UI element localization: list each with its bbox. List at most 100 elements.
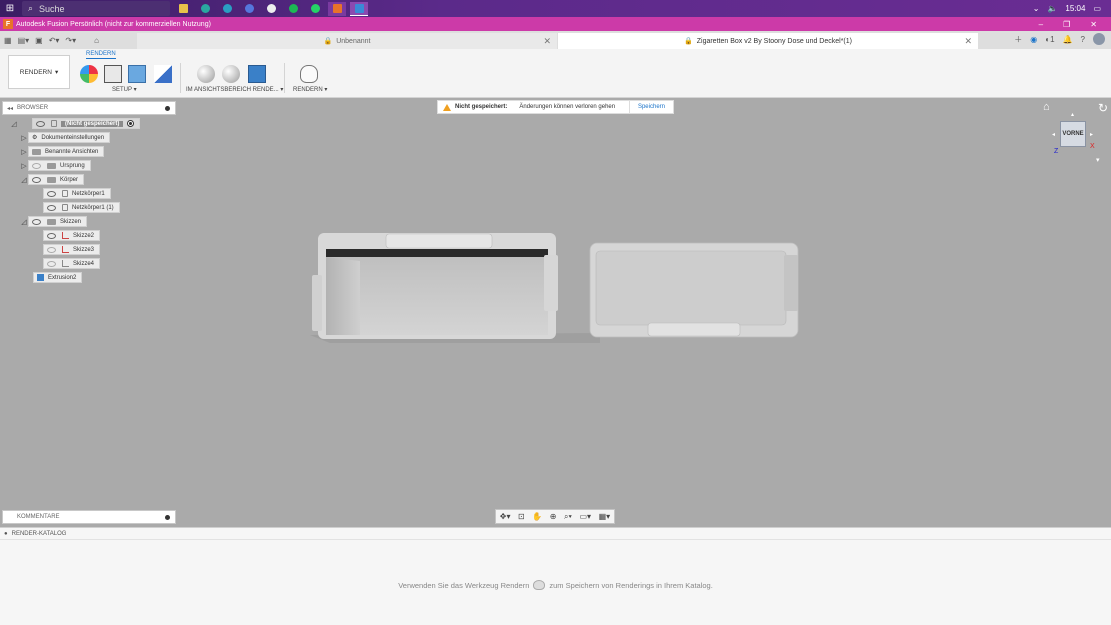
- pin-icon[interactable]: [165, 514, 170, 520]
- grid-settings-icon[interactable]: ▦▾: [599, 512, 611, 521]
- maximize-icon[interactable]: ❐: [1063, 20, 1070, 29]
- expand-triangle-icon[interactable]: ▷: [20, 148, 28, 156]
- taskbar-search[interactable]: ⌕ Suche: [22, 1, 170, 16]
- group-rendern[interactable]: RENDERN ▾: [293, 86, 327, 93]
- tree-row-sketch4[interactable]: Skizze4: [43, 258, 101, 269]
- tree-node-named-views[interactable]: Benannte Ansichten: [28, 146, 105, 157]
- orbit-icon[interactable]: ✥▾: [500, 512, 511, 521]
- volume-icon[interactable]: 🔈: [1047, 4, 1057, 13]
- close-icon[interactable]: ✕: [1090, 20, 1097, 29]
- arrow-right-icon[interactable]: ▸: [1090, 131, 1093, 138]
- appearance-icon[interactable]: [104, 65, 122, 83]
- new-tab-icon[interactable]: ＋: [1014, 34, 1022, 45]
- comments-panel-header[interactable]: KOMMENTARE: [2, 510, 176, 524]
- tree-row-origin[interactable]: ▷ Ursprung: [20, 160, 91, 171]
- tree-node-sketch2[interactable]: Skizze2: [43, 230, 101, 241]
- taskbar-app-browser[interactable]: [240, 2, 258, 16]
- taskbar-app-github[interactable]: [262, 2, 280, 16]
- collapse-triangle-icon[interactable]: ◿: [20, 218, 28, 226]
- collapse-icon[interactable]: ●: [4, 531, 8, 537]
- texture-map-icon[interactable]: [128, 65, 146, 83]
- tree-node-sketch4[interactable]: Skizze4: [43, 258, 101, 269]
- minimize-icon[interactable]: –: [1039, 20, 1043, 29]
- tree-node-sketches[interactable]: Skizzen: [28, 216, 88, 227]
- save-icon[interactable]: ▣: [35, 36, 43, 45]
- viewcube[interactable]: ⌂ ↻ ◂ ▸ ▴ VORNE X Z ▾: [1043, 101, 1108, 165]
- taskbar-app-spotify[interactable]: [284, 2, 302, 16]
- group-viewport-render[interactable]: IM ANSICHTSBEREICH RENDE... ▾: [186, 86, 283, 93]
- fit-zoom-icon[interactable]: ⌕▾: [564, 512, 572, 522]
- save-button[interactable]: Speichern: [628, 100, 673, 114]
- stop-render-icon[interactable]: [222, 65, 240, 83]
- visibility-eye-icon[interactable]: [47, 190, 56, 197]
- viewcube-face[interactable]: VORNE: [1060, 121, 1086, 147]
- taskbar-app-whatsapp[interactable]: [306, 2, 324, 16]
- visibility-eye-icon[interactable]: [47, 260, 56, 267]
- tree-node-document-settings[interactable]: ⚙ Dokumenteinstellungen: [28, 132, 111, 143]
- home-view-icon[interactable]: ⌂: [1043, 101, 1050, 113]
- taskbar-app-fusion[interactable]: [328, 1, 346, 16]
- tree-row-sketch2[interactable]: Skizze2: [43, 230, 101, 241]
- close-tab-icon[interactable]: ✕: [543, 36, 551, 47]
- display-settings-icon[interactable]: ▭▾: [579, 512, 591, 521]
- tree-root[interactable]: ◿ (Nicht gespeichert): [10, 118, 141, 129]
- tree-node-sketch3[interactable]: Skizze3: [43, 244, 101, 255]
- tree-row-sketches[interactable]: ◿ Skizzen: [20, 216, 88, 227]
- tree-row-mesh1[interactable]: Netzkörper1: [43, 188, 111, 199]
- job-status-icon[interactable]: ◐1: [1045, 35, 1054, 44]
- tree-node-mesh1[interactable]: Netzkörper1: [43, 188, 111, 199]
- notification-center-icon[interactable]: ▭: [1093, 4, 1101, 13]
- pan-hand-icon[interactable]: ✋: [532, 512, 542, 521]
- workspace-switcher[interactable]: RENDERN ▾: [8, 55, 70, 89]
- expand-triangle-icon[interactable]: ▷: [20, 162, 28, 170]
- tree-node-extrusion2[interactable]: Extrusion2: [33, 272, 83, 283]
- group-setup[interactable]: SETUP ▾: [112, 86, 137, 93]
- collapse-triangle-icon[interactable]: ◿: [10, 120, 18, 128]
- arrow-left-icon[interactable]: ◂: [1052, 131, 1055, 138]
- lid-mesh[interactable]: [589, 242, 799, 338]
- tree-node-origin[interactable]: Ursprung: [28, 160, 91, 171]
- avatar[interactable]: [1093, 33, 1105, 45]
- tree-node-bodies[interactable]: Körper: [28, 174, 85, 185]
- visibility-eye-icon[interactable]: [36, 120, 45, 127]
- undo-icon[interactable]: ↶▾: [49, 36, 60, 45]
- browser-panel-header[interactable]: ◂◂ BROWSER: [2, 101, 176, 115]
- home-icon[interactable]: ⌂: [94, 36, 99, 45]
- teapot-render-icon[interactable]: [300, 65, 318, 83]
- model-viewport[interactable]: [300, 225, 810, 355]
- visibility-eye-icon[interactable]: [32, 176, 41, 183]
- visibility-eye-icon[interactable]: [32, 218, 41, 225]
- tree-row-extrusion2[interactable]: Extrusion2: [33, 272, 83, 283]
- clock[interactable]: 15:04: [1065, 4, 1085, 13]
- tab-zigaretten-box[interactable]: 🔒 Zigaretten Box v2 By Stoony Dose und D…: [558, 33, 978, 49]
- tree-node-mesh1-copy[interactable]: Netzkörper1 (1): [43, 202, 120, 213]
- taskbar-app-edge-2[interactable]: [218, 2, 236, 16]
- bell-icon[interactable]: 🔔: [1063, 35, 1073, 44]
- arrow-up-icon[interactable]: ▴: [1071, 111, 1074, 118]
- taskbar-app-edge[interactable]: [196, 2, 214, 16]
- look-at-icon[interactable]: ⊡: [518, 512, 525, 521]
- help-icon[interactable]: ?: [1081, 35, 1085, 44]
- pin-icon[interactable]: [165, 105, 170, 111]
- tree-row-named-views[interactable]: ▷ Benannte Ansichten: [20, 146, 105, 157]
- collapse-icon[interactable]: ◂◂: [7, 105, 13, 112]
- redo-icon[interactable]: ↷▾: [65, 36, 76, 45]
- render-catalog-header[interactable]: ● RENDER-KATALOG: [0, 527, 1111, 540]
- tree-node-root[interactable]: (Nicht gespeichert): [32, 118, 141, 129]
- close-tab-icon[interactable]: ✕: [964, 36, 972, 47]
- visibility-eye-icon[interactable]: [47, 246, 56, 253]
- start-render-icon[interactable]: [197, 65, 215, 83]
- decal-icon[interactable]: [154, 65, 172, 83]
- collapse-triangle-icon[interactable]: ◿: [20, 176, 28, 184]
- box-body-mesh[interactable]: [312, 233, 558, 339]
- tab-unbenannt[interactable]: 🔒 Unbenannt ✕: [137, 33, 557, 49]
- radio-active-icon[interactable]: [127, 120, 135, 127]
- chevron-up-icon[interactable]: ⌄: [1033, 4, 1040, 13]
- capture-image-icon[interactable]: [248, 65, 266, 83]
- app-grid-icon[interactable]: ▦: [4, 36, 12, 45]
- tree-row-document-settings[interactable]: ▷ ⚙ Dokumenteinstellungen: [20, 132, 111, 143]
- tab-rendern[interactable]: RENDERN: [86, 51, 116, 59]
- taskbar-app-fusion-active[interactable]: [350, 1, 368, 16]
- tree-row-sketch3[interactable]: Skizze3: [43, 244, 101, 255]
- expand-triangle-icon[interactable]: ▷: [20, 134, 28, 142]
